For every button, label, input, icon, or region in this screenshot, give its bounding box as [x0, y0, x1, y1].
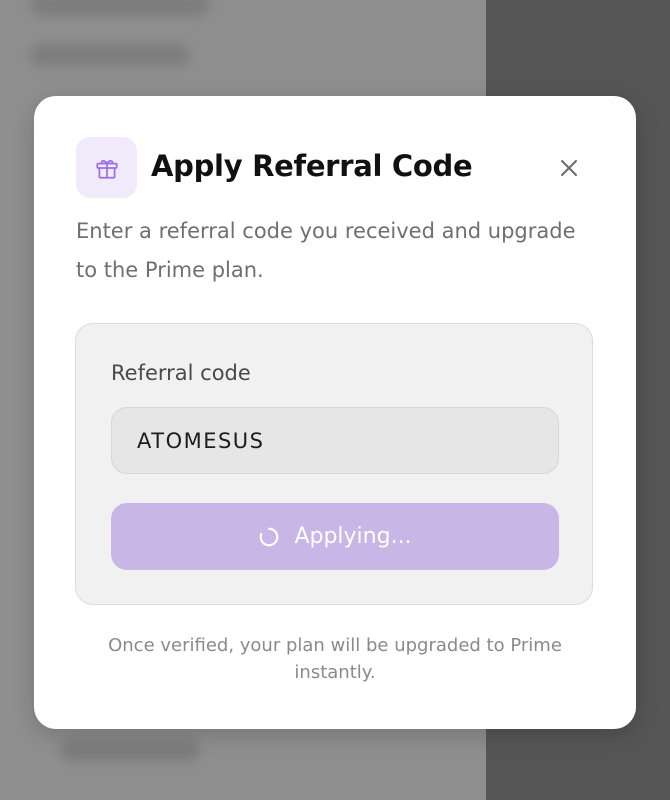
background-content: [30, 0, 210, 16]
close-icon: [561, 160, 577, 176]
referral-code-label: Referral code: [111, 361, 251, 385]
referral-code-input[interactable]: [111, 407, 559, 474]
referral-form: Referral code Applying...: [75, 323, 593, 605]
referral-modal: Apply Referral Code Enter a referral cod…: [34, 96, 636, 729]
apply-button[interactable]: Applying...: [111, 503, 559, 570]
close-button[interactable]: [554, 153, 584, 183]
background-content: [30, 44, 190, 66]
upgrade-note: Once verified, your plan will be upgrade…: [108, 635, 562, 683]
modal-description: Enter a referral code you received and u…: [76, 219, 576, 282]
apply-button-label: Applying...: [294, 524, 412, 549]
spinner-icon: [260, 527, 279, 546]
background-content: [60, 740, 200, 762]
gift-icon: [76, 137, 137, 198]
modal-title: Apply Referral Code: [151, 149, 473, 183]
